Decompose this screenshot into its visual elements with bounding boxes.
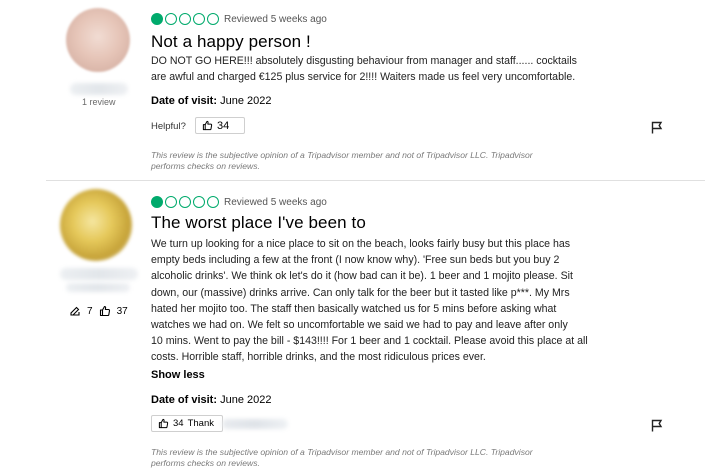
review-body-line: alcoholic drinks'. We think ok let's do … [151,270,573,283]
review-body-line: hated her mojito too. The staff then bas… [151,302,557,315]
review-date-meta: Reviewed 5 weeks ago [224,197,327,208]
thumbs-up-icon [99,305,110,317]
avatar[interactable] [60,189,132,261]
flag-icon[interactable] [651,419,663,432]
review-title[interactable]: The worst place I've been to [151,213,366,233]
review-body-line: empty beds including a few at the front … [151,254,560,267]
thank-name-blurred [222,419,288,429]
rating-bubble-filled [151,196,163,208]
date-of-visit: Date of visit: June 2022 [151,394,271,406]
thank-count: 34 [173,418,184,429]
rating-bubble-empty [193,196,205,208]
review-body-line: 10 mins. Went to pay the bill - $143!!!!… [151,335,588,348]
review-disclaimer: This review is the subjective opinion of… [151,447,533,469]
thumbs-up-icon [158,418,169,429]
helpful-votes-count: 37 [116,305,128,317]
rating-bubble-empty [165,196,177,208]
review-body: We turn up looking for a nice place to s… [151,236,588,366]
disclaimer-line: performs checks on reviews. [151,458,260,468]
edit-icon [70,306,80,316]
bubble-rating [151,196,219,208]
reviewer-name-blurred[interactable] [60,268,138,280]
rating-bubble-empty [207,196,219,208]
contributions-count: 7 [87,305,93,317]
date-of-visit-label: Date of visit: [151,394,218,406]
reviewer-location-blurred [66,283,130,292]
date-of-visit-value: June 2022 [220,394,272,406]
show-less-link[interactable]: Show less [151,369,205,381]
review-body-line: watches we had on. We felt so uncomforta… [151,319,568,332]
reviewer-stats: 7 37 [69,305,128,317]
review-card: 7 37 Reviewed 5 weeks ago The worst plac… [0,0,710,470]
thank-label: Thank [187,418,214,429]
review-body-line: down, our (massive) drinks arrive. Can o… [151,286,570,299]
rating-bubble-empty [179,196,191,208]
review-body-line: We turn up looking for a nice place to s… [151,238,571,250]
review-body-line: costs. Horrible staff, horrible drinks, … [151,351,486,364]
disclaimer-line: This review is the subjective opinion of… [151,447,533,457]
thank-button[interactable]: 34 Thank [151,415,223,432]
